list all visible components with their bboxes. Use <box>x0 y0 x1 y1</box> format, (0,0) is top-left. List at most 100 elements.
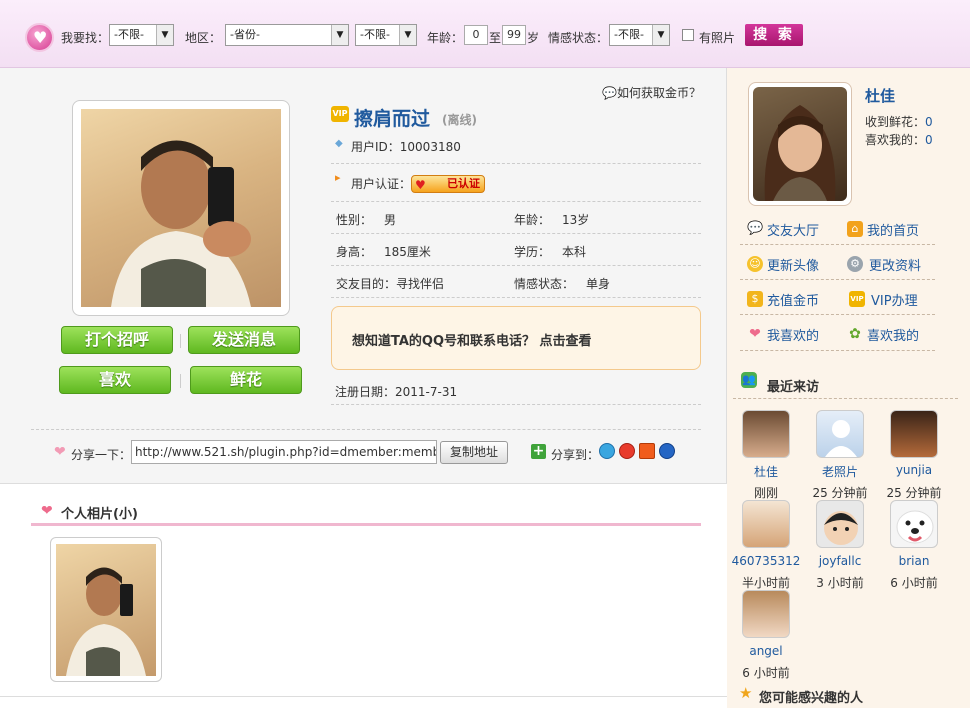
vip-crown-icon: VIP <box>849 291 865 307</box>
page-root: ♥ 我要找： -不限- ▼ 地区： -省份- ▼ -不限- ▼ 年龄： 0 至 99 … <box>0 0 970 708</box>
album-photo-image <box>66 567 146 676</box>
visitor-avatar[interactable] <box>816 500 864 548</box>
my-name[interactable]: 杜佳 <box>865 85 895 106</box>
gear-icon: ⚙ <box>847 256 863 272</box>
purpose-text: 交友目的：寻找伴侣 <box>336 277 445 291</box>
visitor-time: 25 分钟前 <box>812 486 868 500</box>
qq-prompt-text: 想知道TA的QQ号和联系电话？ 点击查看 <box>352 334 592 349</box>
visitor-avatar[interactable] <box>816 410 864 458</box>
share-url-input[interactable]: http://www.521.sh/plugin.php?id=dmember:… <box>131 440 437 464</box>
share-to-label: 分享到： <box>551 448 600 462</box>
has-photo-label: 有照片 <box>699 31 736 45</box>
user-id: 用户ID：10003180 <box>351 140 461 154</box>
weibo-share-icon[interactable] <box>619 443 635 459</box>
smiley-icon: ☺ <box>747 256 763 272</box>
divider <box>331 404 701 405</box>
looking-for-select[interactable]: -不限- ▼ <box>109 24 174 46</box>
send-flower-button[interactable]: 鲜花 <box>190 366 302 394</box>
chevron-down-icon: ▼ <box>331 25 348 45</box>
province-value: -省份- <box>230 28 260 41</box>
age-unit-label: 岁 <box>527 31 540 45</box>
chevron-down-icon: ▼ <box>399 25 416 45</box>
visitor-avatar[interactable] <box>742 410 790 458</box>
divider <box>740 279 935 280</box>
register-date: 注册日期：2011-7-31 <box>335 385 458 399</box>
heart-icon: ❤ <box>749 326 761 342</box>
copy-url-button[interactable]: 复制地址 <box>440 441 508 464</box>
visitor-name[interactable]: angel <box>726 644 806 658</box>
visitor-name[interactable]: 杜佳 <box>726 463 806 480</box>
menu-vip[interactable]: VIP办理 <box>871 290 918 309</box>
how-get-coins-text: 如何获取金币？ <box>616 86 701 100</box>
my-avatar[interactable] <box>753 87 847 201</box>
menu-my-home[interactable]: 我的首页 <box>867 220 919 239</box>
age-to-label: 至 <box>489 31 502 45</box>
age-max-input[interactable]: 99 <box>502 25 526 45</box>
visitor-avatar[interactable] <box>890 500 938 548</box>
like-button[interactable]: 喜欢 <box>59 366 171 394</box>
renren-share-icon[interactable] <box>639 443 655 459</box>
search-button[interactable]: 搜 索 <box>745 24 803 46</box>
visitor-time: 25 分钟前 <box>886 486 942 500</box>
heart-logo-icon: ♥ <box>25 23 54 52</box>
profile-photo[interactable] <box>81 109 281 307</box>
plus-icon: + <box>531 443 546 459</box>
section-divider <box>0 696 727 697</box>
menu-i-like[interactable]: 我喜欢的 <box>767 325 819 344</box>
marital-label: 情感状态： <box>548 31 609 45</box>
visitor-time: 3 小时前 <box>816 576 864 590</box>
divider <box>331 201 701 202</box>
menu-dating-hall[interactable]: 交友大厅 <box>767 220 819 239</box>
flowers-stat: 收到鲜花：0 <box>865 113 933 130</box>
divider <box>180 334 181 348</box>
menu-edit-profile[interactable]: 更改资料 <box>869 255 921 274</box>
divider <box>331 265 701 266</box>
interest-title: 您可能感兴趣的人 <box>759 691 864 706</box>
visitor-name[interactable]: yunjia <box>874 463 954 477</box>
cartoon-face-icon <box>824 511 858 545</box>
visitor-name[interactable]: 460735312 <box>726 554 806 568</box>
education-label: 学历： <box>514 245 551 259</box>
qq-contact-box[interactable]: 想知道TA的QQ号和联系电话？ 点击查看 <box>331 306 701 370</box>
divider <box>740 314 935 315</box>
visitor-avatar[interactable] <box>890 410 938 458</box>
chat-bubble-icon: 💬 <box>602 86 617 100</box>
chevron-down-icon: ▼ <box>156 25 173 45</box>
visitor-name[interactable]: brian <box>874 554 954 568</box>
menu-update-avatar[interactable]: 更新头像 <box>767 255 819 274</box>
divider <box>733 398 958 399</box>
menu-recharge-coins[interactable]: 充值金币 <box>767 290 819 309</box>
kaixin-share-icon[interactable] <box>659 443 675 459</box>
send-message-button[interactable]: 发送消息 <box>188 326 300 354</box>
visitor-avatar[interactable] <box>742 590 790 638</box>
likes-stat: 喜欢我的：0 <box>865 131 933 148</box>
visitor-avatar[interactable] <box>742 500 790 548</box>
has-photo-checkbox[interactable] <box>682 29 694 41</box>
album-photo-thumb[interactable] <box>56 544 156 676</box>
heart-icon: ❤ <box>54 444 66 460</box>
age-min-input[interactable]: 0 <box>464 25 488 45</box>
qzone-share-icon[interactable] <box>599 443 615 459</box>
province-select[interactable]: -省份- ▼ <box>225 24 349 46</box>
greet-button[interactable]: 打个招呼 <box>61 326 173 354</box>
search-bar: ♥ 我要找： -不限- ▼ 地区： -省份- ▼ -不限- ▼ 年龄： 0 至 99 … <box>0 0 970 68</box>
album-underline <box>31 523 701 526</box>
visitor-time: 6 小时前 <box>742 666 790 680</box>
verified-badge: ♥ 已认证 <box>411 175 485 193</box>
city-select[interactable]: -不限- ▼ <box>355 24 417 46</box>
marital-label: 情感状态： <box>514 277 575 291</box>
vip-crown-icon: VIP <box>331 106 349 122</box>
marital-select[interactable]: -不限- ▼ <box>609 24 670 46</box>
divider <box>740 244 935 245</box>
how-get-coins-link[interactable]: 💬如何获取金币？ <box>602 84 701 101</box>
visitor-name[interactable]: joyfallc <box>800 554 880 568</box>
visitor-time: 6 小时前 <box>890 576 938 590</box>
album-title: 个人相片(小) <box>61 507 138 522</box>
visitor-name[interactable]: 老照片 <box>800 463 880 480</box>
looking-for-value: -不限- <box>114 28 144 41</box>
region-label: 地区： <box>185 31 222 45</box>
menu-likes-me[interactable]: 喜欢我的 <box>867 325 919 344</box>
home-icon: ⌂ <box>847 221 863 237</box>
heart-icon: ❤ <box>41 503 53 519</box>
height-value: 185厘米 <box>384 245 431 259</box>
